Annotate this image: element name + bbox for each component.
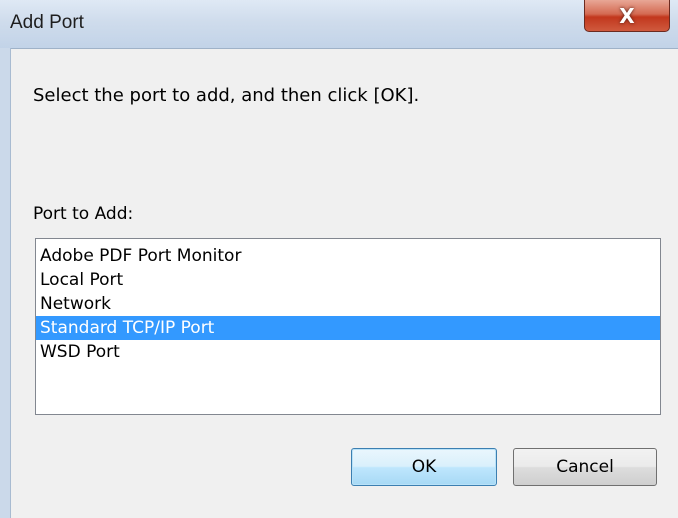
- list-item-local-port[interactable]: Local Port: [36, 268, 660, 292]
- add-port-dialog: Add Port X Select the port to add, and t…: [0, 0, 678, 518]
- dialog-body: Select the port to add, and then click […: [11, 49, 678, 518]
- list-item-network[interactable]: Network: [36, 292, 660, 316]
- close-icon: X: [619, 3, 635, 28]
- window-title: Add Port: [10, 12, 84, 33]
- close-button[interactable]: X: [584, 0, 670, 32]
- cancel-button-label: Cancel: [556, 457, 614, 477]
- window-frame: [0, 48, 11, 518]
- instruction-text: Select the port to add, and then click […: [33, 85, 420, 106]
- list-item-wsd-port[interactable]: WSD Port: [36, 340, 660, 364]
- list-item-standard-tcp-ip-port[interactable]: Standard TCP/IP Port: [36, 316, 660, 340]
- ok-button-label: OK: [411, 457, 437, 477]
- list-item-adobe-pdf-port-monitor[interactable]: Adobe PDF Port Monitor: [36, 244, 660, 268]
- port-to-add-label: Port to Add:: [33, 204, 134, 224]
- ok-button[interactable]: OK: [351, 448, 497, 486]
- cancel-button[interactable]: Cancel: [513, 448, 657, 486]
- port-listbox[interactable]: Adobe PDF Port Monitor Local Port Networ…: [35, 238, 661, 415]
- title-bar[interactable]: Add Port X: [0, 0, 678, 49]
